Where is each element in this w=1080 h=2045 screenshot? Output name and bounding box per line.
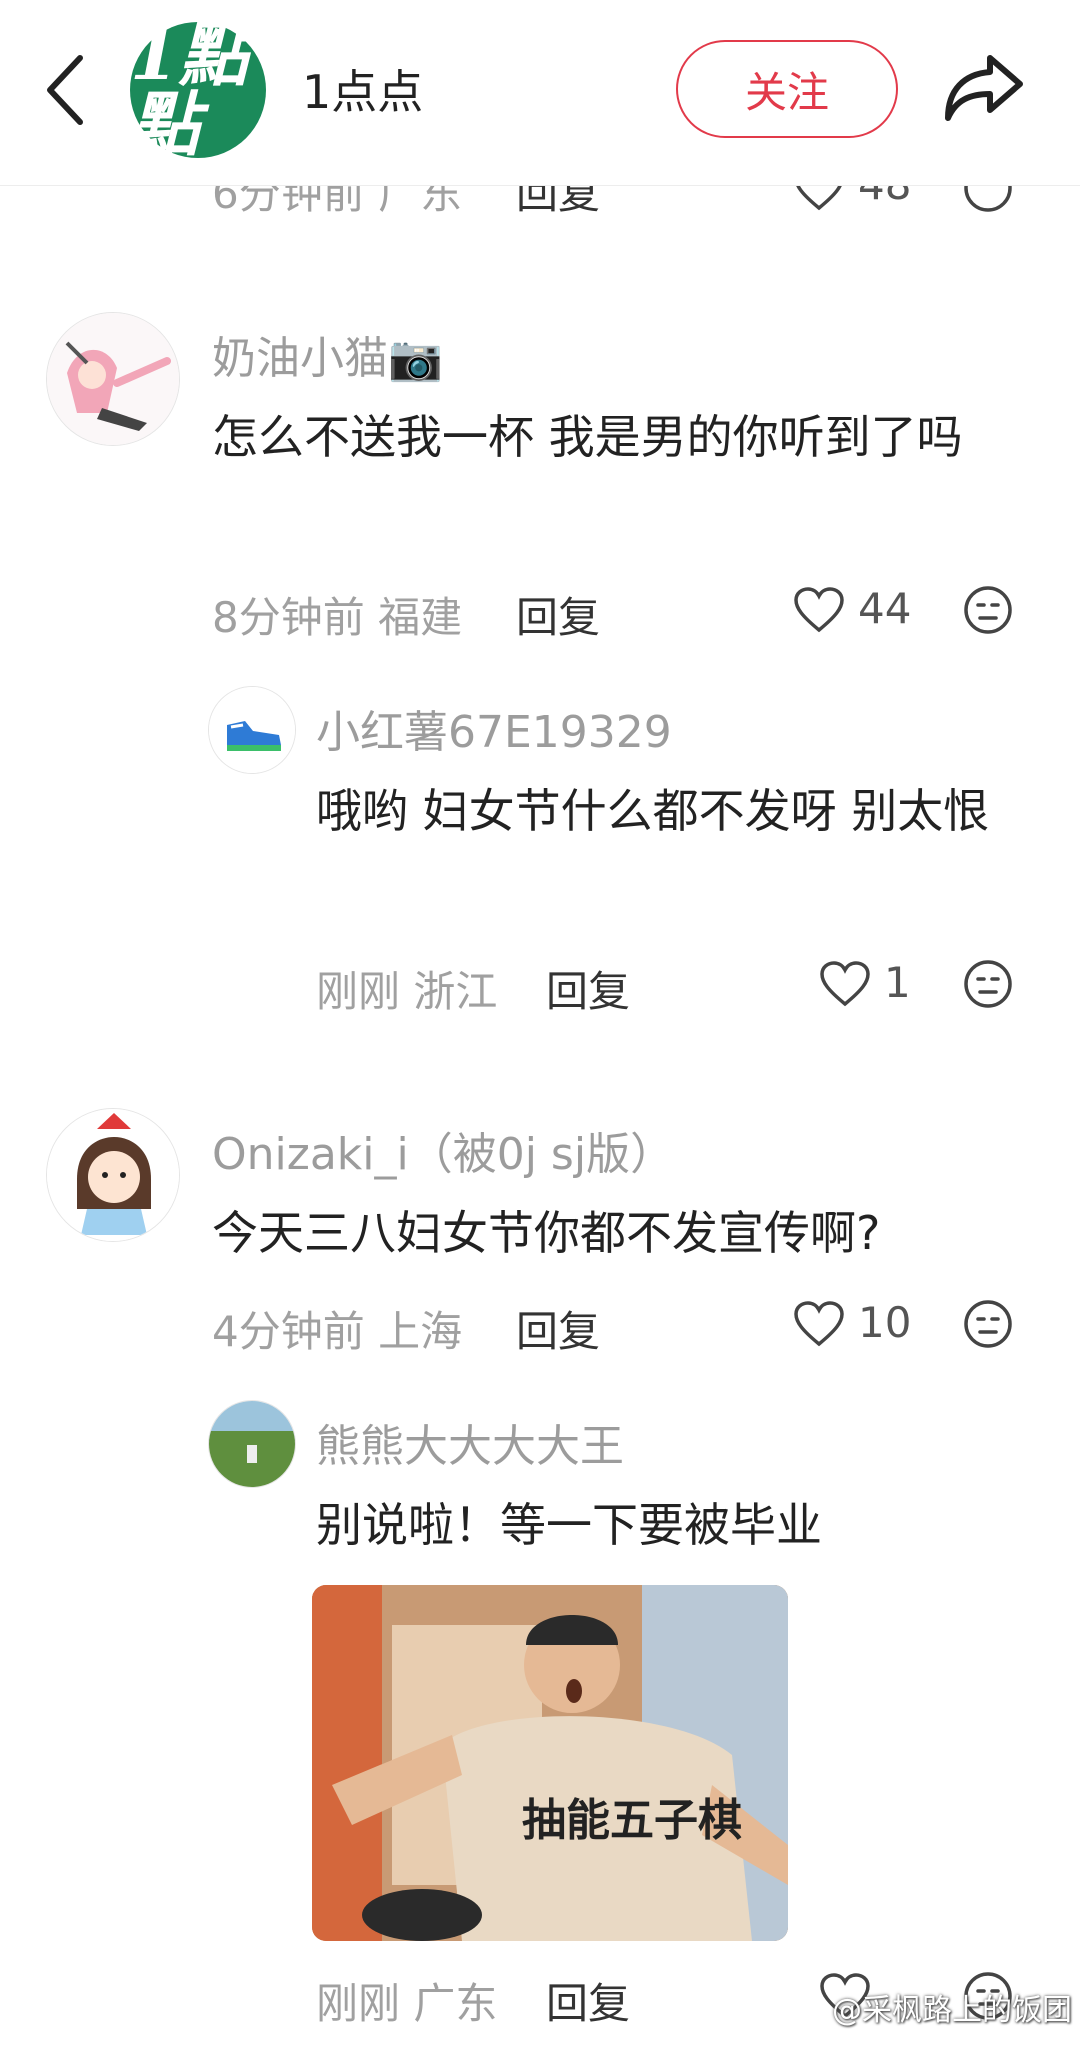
comment-username[interactable]: 熊熊大大大大王 xyxy=(316,1410,624,1474)
previous-comment-footer: 6分钟前 广东 回复 48 xyxy=(0,186,1080,216)
comment-text: 怎么不送我一杯 我是男的你听到了吗 xyxy=(212,410,963,464)
like-icon[interactable] xyxy=(818,960,872,1008)
comment-username[interactable]: 小红薯67E19329 xyxy=(316,696,672,760)
comment-text: 别说啦！等一下要被毕业 xyxy=(316,1498,822,1552)
top-bar: 1點點 1点点 关注 xyxy=(0,0,1080,186)
like-count: 10 xyxy=(858,1298,912,1347)
comment-location: 广东 xyxy=(413,1979,498,2028)
dislike-face-icon[interactable] xyxy=(962,958,1014,1010)
grassland-avatar-icon xyxy=(209,1401,295,1487)
cartoon-girl-avatar-icon xyxy=(47,1109,179,1241)
avatar[interactable] xyxy=(208,1400,296,1488)
like-count: 48 xyxy=(858,186,911,209)
account-avatar[interactable]: 1點點 xyxy=(130,13,266,166)
comment-location: 福建 xyxy=(378,593,463,642)
comment-username[interactable]: Onizaki_i（被0j sj版） xyxy=(212,1118,674,1182)
like-icon[interactable] xyxy=(792,186,846,212)
reply-button[interactable]: 回复 xyxy=(516,186,600,216)
dislike-face-icon[interactable] xyxy=(962,186,1014,214)
comment-time: 8分钟前 xyxy=(212,593,365,642)
comment-location: 上海 xyxy=(378,1307,463,1356)
follow-button[interactable]: 关注 xyxy=(676,40,898,138)
comment-meta: 8分钟前 福建 xyxy=(212,584,462,645)
dislike-face-icon[interactable] xyxy=(962,1298,1014,1350)
like-icon[interactable] xyxy=(792,586,846,634)
reply-button[interactable]: 回复 xyxy=(516,584,600,645)
meme-shirt-text: 抽能五子棋 xyxy=(522,1795,742,1846)
comment-time: 4分钟前 xyxy=(212,1307,365,1356)
comment-time: 刚刚 xyxy=(316,1979,401,2028)
comment-time: 刚刚 xyxy=(316,967,401,1016)
logo-text: 1點點 xyxy=(130,13,249,166)
dislike-face-icon[interactable] xyxy=(962,584,1014,636)
avatar[interactable] xyxy=(208,686,296,774)
like-count: 1 xyxy=(884,958,911,1007)
reply-button[interactable]: 回复 xyxy=(516,1298,600,1359)
comment-meta: 4分钟前 上海 xyxy=(212,1298,462,1359)
share-icon[interactable] xyxy=(940,50,1026,126)
like-icon[interactable] xyxy=(792,1300,846,1348)
comment-text: 哦哟 妇女节什么都不发呀 别太恨 xyxy=(316,784,990,838)
comment-meta: 6分钟前 广东 xyxy=(212,186,463,216)
avatar[interactable] xyxy=(46,312,180,446)
comment-username[interactable]: 奶油小猫📷 xyxy=(212,322,443,386)
meme-image[interactable]: 抽能五子棋 xyxy=(312,1585,788,1941)
anime-girl-avatar-icon xyxy=(47,313,179,445)
back-arrow-icon[interactable] xyxy=(40,50,90,130)
watermark-text: @采枫路上的饭团 xyxy=(832,1993,1072,2028)
comment-text: 今天三八妇女节你都不发宣传啊? xyxy=(212,1206,881,1260)
comment-meta: 刚刚 浙江 xyxy=(316,958,497,1019)
comment-meta: 刚刚 广东 xyxy=(316,1970,497,2031)
sneaker-avatar-icon xyxy=(209,687,295,773)
reply-button[interactable]: 回复 xyxy=(546,1970,630,2031)
man-reaction-meme-icon: 抽能五子棋 xyxy=(312,1585,788,1941)
avatar[interactable] xyxy=(46,1108,180,1242)
comment-location: 浙江 xyxy=(413,967,498,1016)
account-name[interactable]: 1点点 xyxy=(302,56,423,122)
reply-button[interactable]: 回复 xyxy=(546,958,630,1019)
like-count: 44 xyxy=(858,584,912,633)
